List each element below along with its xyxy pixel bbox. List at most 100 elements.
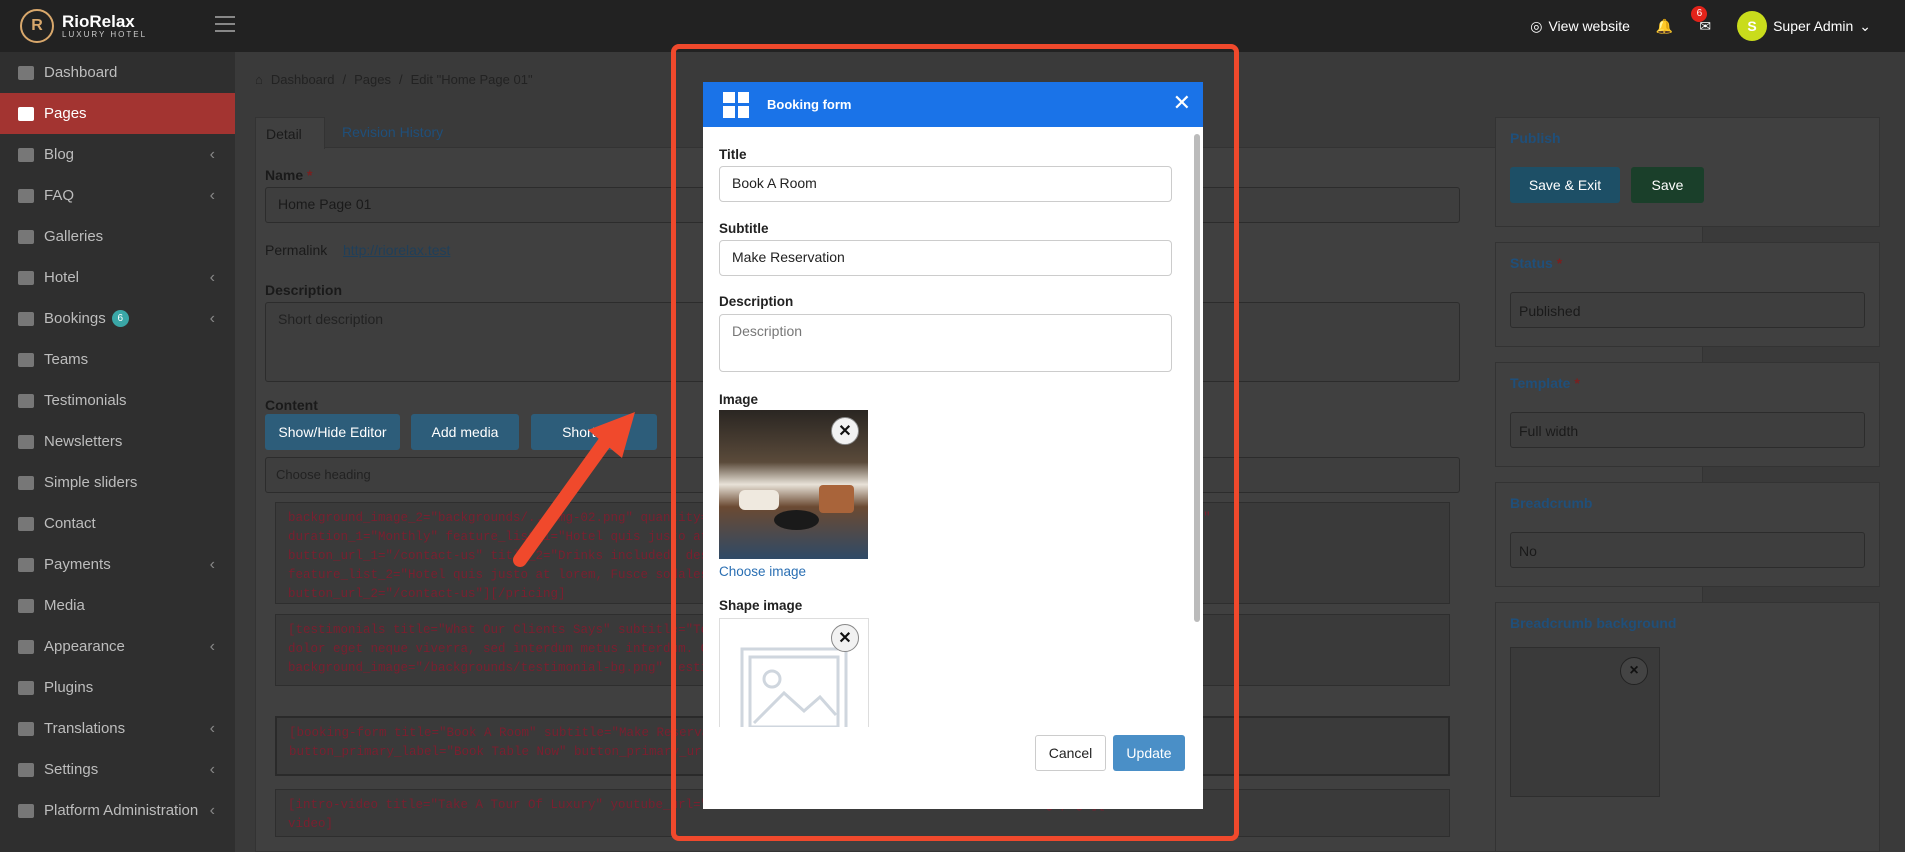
user-menu[interactable]: S Super Admin ⌄ <box>1737 11 1871 41</box>
sidebar-item-label: Pages <box>44 105 87 122</box>
sidebar-item-label: Teams <box>44 351 89 368</box>
sidebar-item-label: Payments <box>44 556 111 573</box>
mail-button[interactable]: 6 ✉ <box>1691 5 1711 35</box>
sidebar-item-label: FAQ <box>44 187 75 204</box>
camera-icon <box>18 229 34 244</box>
tab-detail[interactable]: Detail <box>255 117 325 149</box>
name-label-text: Name <box>265 167 304 183</box>
question-icon <box>18 188 34 203</box>
brand-logo[interactable]: R RioRelax LUXURY HOTEL <box>20 9 147 43</box>
plug-icon <box>18 680 34 695</box>
tab-revision-history[interactable]: Revision History <box>342 124 443 140</box>
remove-breadcrumb-bg-icon[interactable]: × <box>1620 657 1648 685</box>
sidebar-item-dashboard[interactable]: Dashboard <box>0 52 235 93</box>
template-select[interactable]: Full width <box>1510 412 1865 448</box>
bell-icon: 🔔 <box>1655 17 1674 34</box>
sidebar-item-translations[interactable]: Translations ‹ <box>0 708 235 749</box>
required-mark: * <box>307 167 313 183</box>
notifications-bell[interactable]: 🔔 <box>1656 18 1673 35</box>
credit-card-icon <box>18 557 34 572</box>
globe-icon: ◎ <box>1530 17 1543 34</box>
edit-icon <box>18 147 34 162</box>
newsletter-icon <box>18 434 34 449</box>
template-label: Template * <box>1510 375 1580 391</box>
chevron-left-icon: ‹ <box>209 719 215 737</box>
show-hide-editor-button[interactable]: Show/Hide Editor <box>265 414 400 450</box>
required-mark: * <box>1556 255 1563 271</box>
publish-heading: Publish <box>1510 130 1561 146</box>
status-select[interactable]: Published <box>1510 292 1865 328</box>
envelope-icon <box>18 516 34 531</box>
required-mark: * <box>1574 375 1580 391</box>
logo-icon: R <box>20 9 54 43</box>
breadcrumb: ⌂ Dashboard / Pages / Edit "Home Page 01… <box>255 72 533 87</box>
language-icon <box>18 721 34 736</box>
view-website-link[interactable]: ◎ View website <box>1530 18 1630 35</box>
breadcrumb-dashboard[interactable]: Dashboard <box>271 72 335 87</box>
breadcrumb-current: Edit "Home Page 01" <box>410 72 533 87</box>
list-icon <box>18 352 34 367</box>
sidebar-item-plugins[interactable]: Plugins <box>0 667 235 708</box>
building-icon <box>18 270 34 285</box>
save-button[interactable]: Save <box>1631 167 1704 203</box>
gear-icon <box>18 762 34 777</box>
sidebar-item-label: Hotel <box>44 269 80 286</box>
sidebar-item-label: Galleries <box>44 228 104 245</box>
calendar-icon <box>18 311 34 326</box>
sidebar-item-pages[interactable]: Pages <box>0 93 235 134</box>
sidebar-item-teams[interactable]: Teams <box>0 339 235 380</box>
sidebar-item-contact[interactable]: Contact <box>0 503 235 544</box>
chevron-left-icon: ‹ <box>209 309 215 327</box>
status-label: Status * <box>1510 255 1562 271</box>
media-icon <box>18 598 34 613</box>
chevron-left-icon: ‹ <box>209 145 215 163</box>
sidebar-item-label: Testimonials <box>44 392 127 409</box>
sidebar: Dashboard Pages Blog ‹ FAQ ‹ Galleries Hot… <box>0 52 235 852</box>
sidebar-item-appearance[interactable]: Appearance ‹ <box>0 626 235 667</box>
menu-toggle-icon[interactable] <box>215 16 235 32</box>
sidebar-item-newsletters[interactable]: Newsletters <box>0 421 235 462</box>
sidebar-item-blog[interactable]: Blog ‹ <box>0 134 235 175</box>
breadcrumb-pages[interactable]: Pages <box>354 72 391 87</box>
content-label: Content <box>265 397 318 413</box>
sidebar-item-testimonials[interactable]: Testimonials <box>0 380 235 421</box>
status-label-text: Status <box>1510 255 1553 271</box>
heading-select[interactable]: Choose heading <box>276 467 371 482</box>
sidebar-item-hotel[interactable]: Hotel ‹ <box>0 257 235 298</box>
sidebar-item-label: Simple sliders <box>44 474 138 491</box>
sidebar-item-media[interactable]: Media <box>0 585 235 626</box>
sidebar-item-settings[interactable]: Settings ‹ <box>0 749 235 790</box>
sidebar-item-label: Contact <box>44 515 96 532</box>
breadcrumb-separator: / <box>398 72 403 87</box>
chevron-left-icon: ‹ <box>209 637 215 655</box>
chevron-left-icon: ‹ <box>209 760 215 778</box>
chevron-left-icon: ‹ <box>209 186 215 204</box>
sidebar-item-faq[interactable]: FAQ ‹ <box>0 175 235 216</box>
breadcrumb-select[interactable]: No <box>1510 532 1865 568</box>
sidebar-item-label: Appearance <box>44 638 125 655</box>
comment-icon <box>18 393 34 408</box>
sidebar-item-simple-sliders[interactable]: Simple sliders <box>0 462 235 503</box>
user-cog-icon <box>18 803 34 818</box>
breadcrumb-separator: / <box>342 72 347 87</box>
permalink-link[interactable]: http://riorelax.test <box>343 242 450 258</box>
chevron-left-icon: ‹ <box>209 555 215 573</box>
view-website-label: View website <box>1548 18 1630 34</box>
sidebar-item-label: Translations <box>44 720 126 737</box>
save-exit-button[interactable]: Save & Exit <box>1510 167 1620 203</box>
annotation-arrow-icon <box>513 412 635 567</box>
chevron-left-icon: ‹ <box>209 801 215 819</box>
user-name: Super Admin <box>1773 18 1854 34</box>
sidebar-item-payments[interactable]: Payments ‹ <box>0 544 235 585</box>
sidebar-item-platform-administration[interactable]: Platform Administration ‹ <box>0 790 235 831</box>
brand-tagline: LUXURY HOTEL <box>62 30 148 39</box>
chevron-down-icon: ⌄ <box>1859 17 1871 34</box>
sidebar-item-label: Plugins <box>44 679 94 696</box>
sidebar-item-bookings[interactable]: Bookings 6 ‹ <box>0 298 235 339</box>
name-label: Name * <box>265 167 312 183</box>
highlight-box <box>671 44 1239 841</box>
description-label: Description <box>265 282 343 298</box>
sidebar-item-galleries[interactable]: Galleries <box>0 216 235 257</box>
sidebar-item-label: Newsletters <box>44 433 123 450</box>
breadcrumb-label: Breadcrumb <box>1510 495 1593 511</box>
